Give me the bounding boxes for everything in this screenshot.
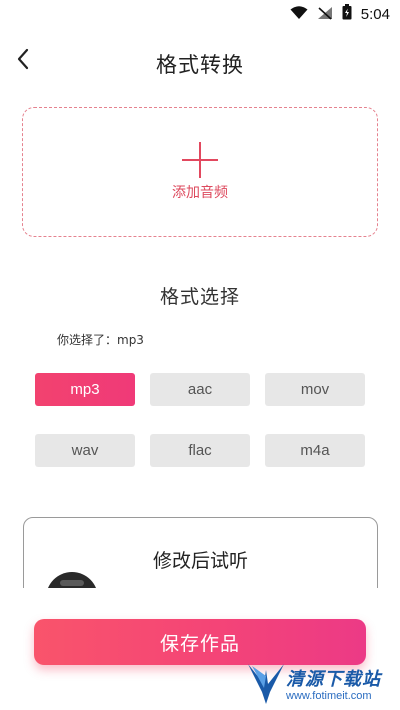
wifi-icon [290, 5, 308, 24]
plus-icon [182, 142, 218, 178]
watermark-name: 清源下载站 [286, 669, 381, 690]
format-option-aac[interactable]: aac [150, 373, 250, 406]
watermark-url: www.fotimeit.com [286, 690, 372, 702]
title-bar: 格式转换 [0, 28, 400, 98]
battery-icon [342, 4, 352, 24]
page-title: 格式转换 [156, 53, 244, 77]
add-audio-label: 添加音频 [172, 185, 228, 201]
format-option-m4a[interactable]: m4a [265, 434, 365, 467]
save-work-button[interactable]: 保存作品 [34, 619, 366, 665]
add-audio-button[interactable]: 添加音频 [22, 107, 378, 237]
format-option-mp3[interactable]: mp3 [35, 373, 135, 406]
preview-title: 修改后试听 [152, 550, 248, 572]
format-option-mov[interactable]: mov [265, 373, 365, 406]
watermark: 清源下载站 www.fotimeit.com [246, 660, 396, 708]
status-icons: 5:04 [290, 4, 390, 24]
format-section-title: 格式选择 [159, 286, 240, 308]
no-signal-icon [317, 5, 333, 24]
format-option-flac[interactable]: flac [150, 434, 250, 467]
status-bar: 5:04 [0, 0, 400, 28]
status-time: 5:04 [360, 5, 390, 23]
selected-format-text: 你选择了：mp3 [57, 333, 144, 347]
format-option-wav[interactable]: wav [35, 434, 135, 467]
